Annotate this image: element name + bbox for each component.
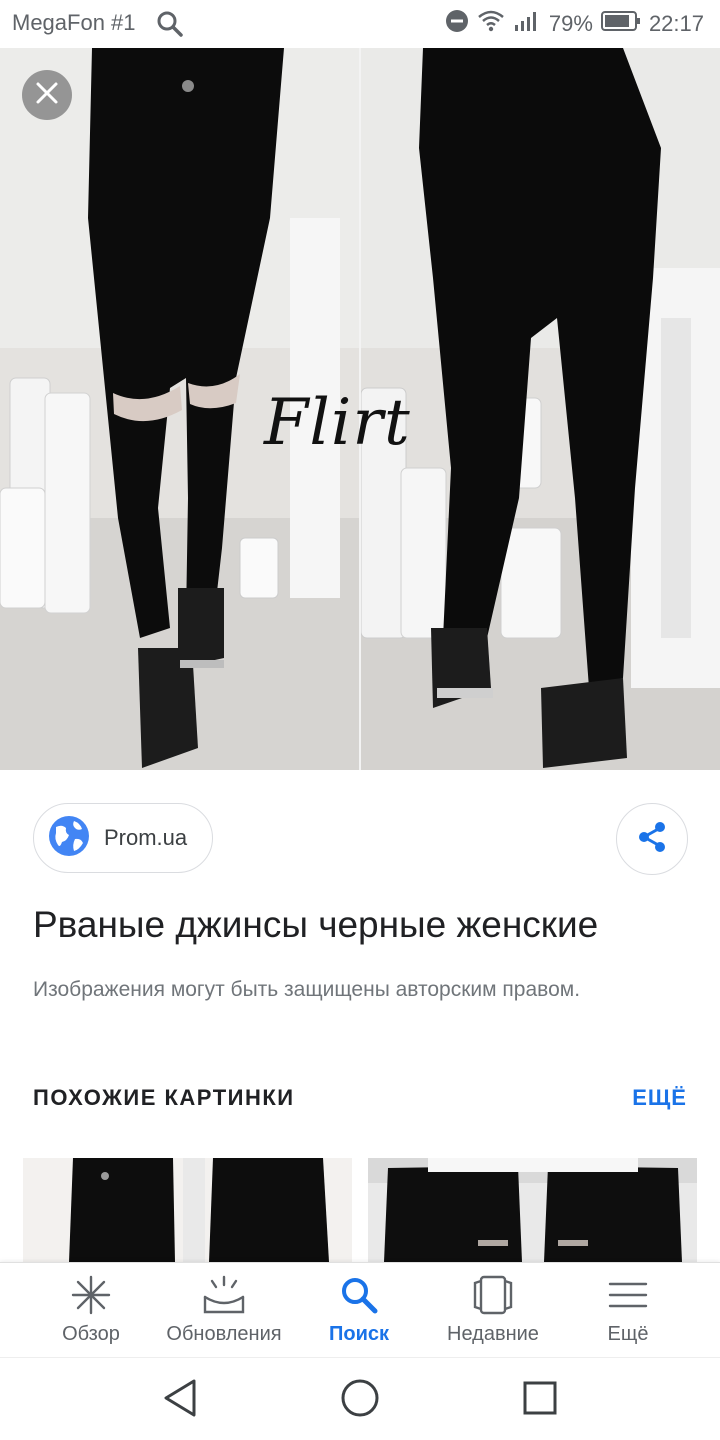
close-button[interactable] xyxy=(22,70,72,120)
source-link-chip[interactable]: Prom.ua xyxy=(33,803,213,873)
nav-label: Поиск xyxy=(328,1323,390,1345)
system-navigation-bar xyxy=(0,1357,720,1440)
watermark-logo: Flirt xyxy=(264,386,411,460)
recents-button[interactable] xyxy=(518,1378,562,1422)
recent-cards-icon xyxy=(471,1273,515,1317)
nav-label: Ещё xyxy=(607,1323,649,1345)
source-label: Prom.ua xyxy=(104,825,188,850)
photo-back-view xyxy=(361,48,720,770)
status-bar: MegaFon #1 79% 22:17 xyxy=(0,0,720,48)
nav-tab-overview[interactable]: Обзор xyxy=(24,1263,158,1358)
carrier-name: MegaFon #1 xyxy=(12,10,136,35)
wifi-icon xyxy=(477,9,505,39)
nav-label: Обновления xyxy=(166,1323,282,1345)
copyright-notice: Изображения могут быть защищены авторски… xyxy=(33,978,581,1001)
search-icon xyxy=(337,1273,381,1317)
home-button[interactable] xyxy=(338,1378,382,1422)
signal-icon xyxy=(513,9,541,39)
clock: 22:17 xyxy=(648,11,704,36)
share-icon xyxy=(635,820,669,859)
home-circle-icon xyxy=(340,1378,380,1423)
status-icons: 79% 22:17 xyxy=(445,9,704,39)
more-similar-link[interactable]: ЕЩЁ xyxy=(632,1085,687,1111)
nav-tab-updates[interactable]: Обновления xyxy=(157,1263,291,1358)
recents-square-icon xyxy=(522,1380,558,1421)
do-not-disturb-icon xyxy=(445,9,469,39)
inbox-icon xyxy=(202,1273,246,1317)
share-button[interactable] xyxy=(616,803,688,875)
bottom-navigation: Обзор Обновления Поиск Недавние Ещё xyxy=(0,1262,720,1357)
nav-tab-recent[interactable]: Недавние xyxy=(426,1263,560,1358)
asterisk-icon xyxy=(69,1273,113,1317)
similar-images-heading: ПОХОЖИЕ КАРТИНКИ xyxy=(33,1085,295,1110)
nav-tab-more[interactable]: Ещё xyxy=(561,1263,695,1358)
search-icon xyxy=(156,10,184,38)
similar-image-thumbnail[interactable] xyxy=(368,1158,697,1262)
nav-label: Недавние xyxy=(447,1323,539,1345)
menu-icon xyxy=(606,1273,650,1317)
image-title[interactable]: Рваные джинсы черные женские xyxy=(33,904,693,946)
back-button[interactable] xyxy=(158,1378,202,1422)
image-viewer[interactable]: Flirt xyxy=(0,48,720,770)
similar-image-thumbnail[interactable] xyxy=(23,1158,352,1262)
nav-tab-search[interactable]: Поиск xyxy=(292,1263,426,1358)
close-icon xyxy=(35,81,59,110)
battery-percent: 79% xyxy=(548,11,593,36)
battery-icon xyxy=(600,10,641,38)
globe-icon xyxy=(48,815,90,862)
back-triangle-icon xyxy=(162,1378,198,1423)
nav-label: Обзор xyxy=(62,1323,120,1345)
